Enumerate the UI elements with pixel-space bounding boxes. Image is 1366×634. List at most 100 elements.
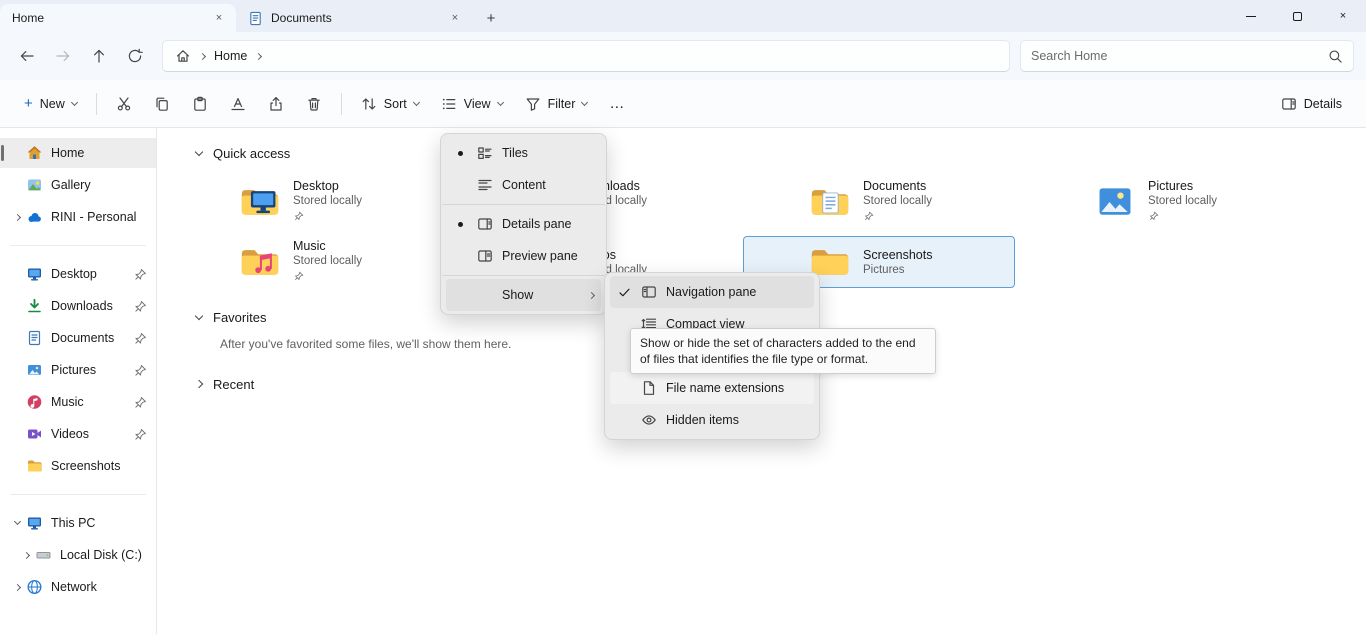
share-button[interactable] — [258, 87, 294, 121]
new-tab-button[interactable]: + — [478, 5, 504, 31]
sidebar-item-music[interactable]: Music — [0, 387, 156, 417]
details-pane-button[interactable]: Details — [1271, 87, 1352, 121]
documents-icon — [26, 330, 43, 346]
sidebar-item-home[interactable]: Home — [0, 138, 156, 168]
document-icon — [248, 11, 263, 26]
menu-item-show[interactable]: Show — [446, 279, 601, 311]
forward-button[interactable] — [46, 39, 80, 73]
this-pc-icon — [26, 515, 43, 531]
filter-icon — [525, 96, 541, 112]
file-explorer-window: Home × Documents × + × Home — [0, 0, 1366, 634]
view-icon — [441, 96, 457, 112]
sidebar-item-pictures[interactable]: Pictures — [0, 355, 156, 385]
sort-button[interactable]: Sort — [351, 87, 429, 121]
sidebar-item-videos[interactable]: Videos — [0, 419, 156, 449]
menu-item-preview-pane[interactable]: Preview pane — [446, 240, 601, 272]
section-quick-access[interactable]: Quick access — [157, 142, 1366, 164]
menu-item-tiles[interactable]: Tiles — [446, 137, 601, 169]
chevron-down-icon — [413, 98, 420, 105]
rename-icon — [230, 96, 246, 112]
pin-icon — [134, 268, 147, 281]
sidebar-item-gallery[interactable]: Gallery — [0, 170, 156, 200]
sidebar-item-downloads[interactable]: Downloads — [0, 291, 156, 321]
tab-home[interactable]: Home × — [0, 4, 236, 32]
sidebar-item-network[interactable]: Network — [0, 572, 156, 602]
tab-documents[interactable]: Documents × — [236, 4, 472, 32]
tile-documents[interactable]: Documents Stored locally — [743, 176, 1015, 228]
search-input[interactable] — [1031, 49, 1328, 63]
menu-item-content[interactable]: Content — [446, 169, 601, 201]
sidebar-item-screenshots[interactable]: Screenshots — [0, 451, 156, 481]
sidebar-item-this-pc[interactable]: This PC — [0, 508, 156, 538]
tab-label: Home — [12, 11, 202, 25]
radio-dot-icon — [458, 222, 463, 227]
tab-close-icon[interactable]: × — [446, 9, 464, 27]
content-icon — [477, 177, 493, 193]
documents-folder-icon — [810, 186, 850, 218]
filter-button[interactable]: Filter — [515, 87, 598, 121]
titlebar: Home × Documents × + × — [0, 0, 1366, 32]
view-menu: Tiles Content Details pane Preview pane … — [440, 133, 607, 315]
paste-button[interactable] — [182, 87, 218, 121]
tile-subtitle: Stored locally — [293, 194, 362, 208]
menu-item-navigation-pane[interactable]: Navigation pane — [610, 276, 814, 308]
breadcrumb-location[interactable]: Home — [214, 49, 247, 63]
videos-icon — [26, 426, 43, 442]
up-button[interactable] — [82, 39, 116, 73]
tile-subtitle: Pictures — [863, 263, 932, 277]
menu-item-file-name-extensions[interactable]: File name extensions — [610, 372, 814, 404]
minimize-button[interactable] — [1228, 0, 1274, 32]
pictures-icon — [26, 362, 43, 378]
home-icon[interactable] — [175, 48, 191, 64]
chevron-right-icon[interactable] — [195, 380, 203, 388]
tab-label: Documents — [271, 11, 438, 25]
tile-name: Music — [293, 239, 362, 254]
close-button[interactable]: × — [1320, 0, 1366, 32]
breadcrumb-bar[interactable]: Home — [162, 40, 1010, 72]
disk-icon — [35, 547, 52, 563]
plus-icon: + — [24, 96, 33, 111]
sidebar-item-documents[interactable]: Documents — [0, 323, 156, 353]
preview-pane-icon — [477, 248, 493, 264]
rename-button[interactable] — [220, 87, 256, 121]
pictures-folder-icon — [1095, 186, 1135, 218]
command-bar: + New Sort View Filter … — [0, 80, 1366, 128]
gallery-icon — [26, 177, 43, 193]
chevron-down-icon[interactable] — [195, 311, 203, 319]
chevron-down-icon — [71, 98, 78, 105]
desktop-icon — [26, 266, 43, 282]
tab-close-icon[interactable]: × — [210, 9, 228, 27]
refresh-button[interactable] — [118, 39, 152, 73]
chevron-down-icon[interactable] — [195, 147, 203, 155]
copy-button[interactable] — [144, 87, 180, 121]
menu-item-details-pane[interactable]: Details pane — [446, 208, 601, 240]
back-button[interactable] — [10, 39, 44, 73]
trash-icon — [306, 96, 322, 112]
delete-button[interactable] — [296, 87, 332, 121]
sidebar-item-onedrive[interactable]: RINI - Personal — [0, 202, 156, 232]
sidebar-item-local-disk[interactable]: Local Disk (C:) — [0, 540, 156, 570]
new-button[interactable]: + New — [14, 87, 87, 121]
pin-icon — [1149, 211, 1159, 221]
tile-desktop[interactable]: Desktop Stored locally — [173, 176, 445, 228]
pin-icon — [134, 428, 147, 441]
divider — [341, 93, 342, 115]
more-options-button[interactable]: … — [599, 87, 635, 121]
divider — [10, 245, 146, 246]
view-button[interactable]: View — [431, 87, 513, 121]
menu-item-hidden-items[interactable]: Hidden items — [610, 404, 814, 436]
maximize-button[interactable] — [1274, 0, 1320, 32]
chevron-right-icon — [13, 583, 20, 590]
folder-icon — [26, 458, 43, 474]
share-icon — [268, 96, 284, 112]
tile-subtitle: Stored locally — [1148, 194, 1217, 208]
sidebar-item-desktop[interactable]: Desktop — [0, 259, 156, 289]
search-box[interactable] — [1020, 40, 1354, 72]
maximize-icon — [1293, 12, 1302, 21]
music-folder-icon — [240, 246, 280, 278]
radio-dot-icon — [458, 151, 463, 156]
cut-button[interactable] — [106, 87, 142, 121]
tile-music[interactable]: Music Stored locally — [173, 236, 445, 288]
scissors-icon — [116, 96, 132, 112]
tile-pictures[interactable]: Pictures Stored locally — [1028, 176, 1300, 228]
